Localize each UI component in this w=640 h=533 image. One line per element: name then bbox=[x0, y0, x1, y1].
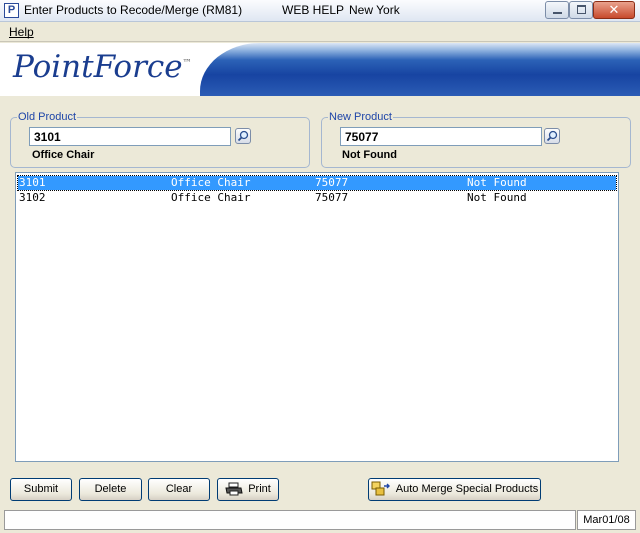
logo-text: PointForce bbox=[13, 49, 183, 85]
banner-swoosh bbox=[200, 43, 640, 96]
list-new-description: Not Found bbox=[467, 176, 527, 189]
list-new-product: 75077 bbox=[315, 176, 349, 189]
new-product-group: New Product 75077 Not Found bbox=[321, 110, 631, 168]
old-product-description: Office Chair bbox=[32, 149, 95, 161]
magnifier-icon bbox=[237, 130, 249, 142]
list-item[interactable]: 3101 Office Chair 75077 Not Found bbox=[17, 175, 617, 191]
status-message bbox=[4, 510, 576, 530]
auto-merge-button[interactable]: Auto Merge Special Products bbox=[368, 478, 541, 501]
magnifier-icon bbox=[546, 130, 558, 142]
recode-list[interactable]: 3101 Office Chair 75077 Not Found 3102 O… bbox=[15, 172, 619, 462]
status-date: Mar01/08 bbox=[577, 510, 636, 530]
print-label: Print bbox=[248, 483, 271, 495]
new-product-input[interactable]: 75077 bbox=[340, 127, 542, 146]
old-product-input[interactable]: 3101 bbox=[29, 127, 231, 146]
app-icon[interactable]: P bbox=[4, 3, 19, 18]
list-old-description: Office Chair bbox=[171, 191, 251, 204]
menu-bar: Help bbox=[0, 23, 640, 42]
window-title: Enter Products to Recode/Merge (RM81) bbox=[24, 3, 243, 17]
maximize-icon bbox=[577, 5, 586, 14]
title-bar: P Enter Products to Recode/Merge (RM81) … bbox=[0, 0, 640, 22]
maximize-button[interactable] bbox=[569, 1, 593, 19]
logo-trademark: ™ bbox=[182, 58, 192, 69]
location-label: New York bbox=[349, 3, 400, 17]
old-product-lookup-button[interactable] bbox=[235, 128, 251, 144]
list-new-product: 75077 bbox=[315, 191, 349, 204]
new-product-legend: New Product bbox=[328, 110, 393, 124]
minimize-button[interactable] bbox=[545, 1, 569, 19]
close-icon: ✕ bbox=[608, 2, 620, 17]
status-bar: Mar01/08 bbox=[0, 508, 640, 533]
merge-icon bbox=[371, 481, 390, 496]
clear-label: Clear bbox=[165, 483, 193, 495]
delete-label: Delete bbox=[94, 483, 127, 495]
list-old-description: Office Chair bbox=[171, 176, 251, 189]
list-old-product: 3101 bbox=[19, 176, 46, 189]
print-button[interactable]: Print bbox=[217, 478, 279, 501]
submit-label: Submit bbox=[23, 483, 59, 495]
web-help-label: WEB HELP bbox=[282, 3, 345, 17]
minimize-icon bbox=[553, 12, 562, 14]
new-product-description: Not Found bbox=[342, 149, 397, 161]
old-product-legend: Old Product bbox=[17, 110, 78, 124]
brand-banner: PointForce™ bbox=[0, 43, 640, 96]
auto-merge-label: Auto Merge Special Products bbox=[395, 483, 539, 495]
list-old-product: 3102 bbox=[19, 191, 46, 204]
menu-help-label: Help bbox=[9, 25, 34, 39]
close-button[interactable]: ✕ bbox=[593, 1, 635, 19]
clear-button[interactable]: Clear bbox=[148, 478, 210, 501]
list-item[interactable]: 3102 Office Chair 75077 Not Found bbox=[18, 191, 616, 205]
pointforce-logo: PointForce™ bbox=[13, 49, 192, 85]
new-product-lookup-button[interactable] bbox=[544, 128, 560, 144]
submit-button[interactable]: Submit bbox=[10, 478, 72, 501]
list-new-description: Not Found bbox=[467, 191, 527, 204]
delete-button[interactable]: Delete bbox=[79, 478, 142, 501]
printer-icon bbox=[225, 482, 243, 496]
old-product-group: Old Product 3101 Office Chair bbox=[10, 110, 310, 168]
menu-help[interactable]: Help bbox=[9, 25, 34, 39]
